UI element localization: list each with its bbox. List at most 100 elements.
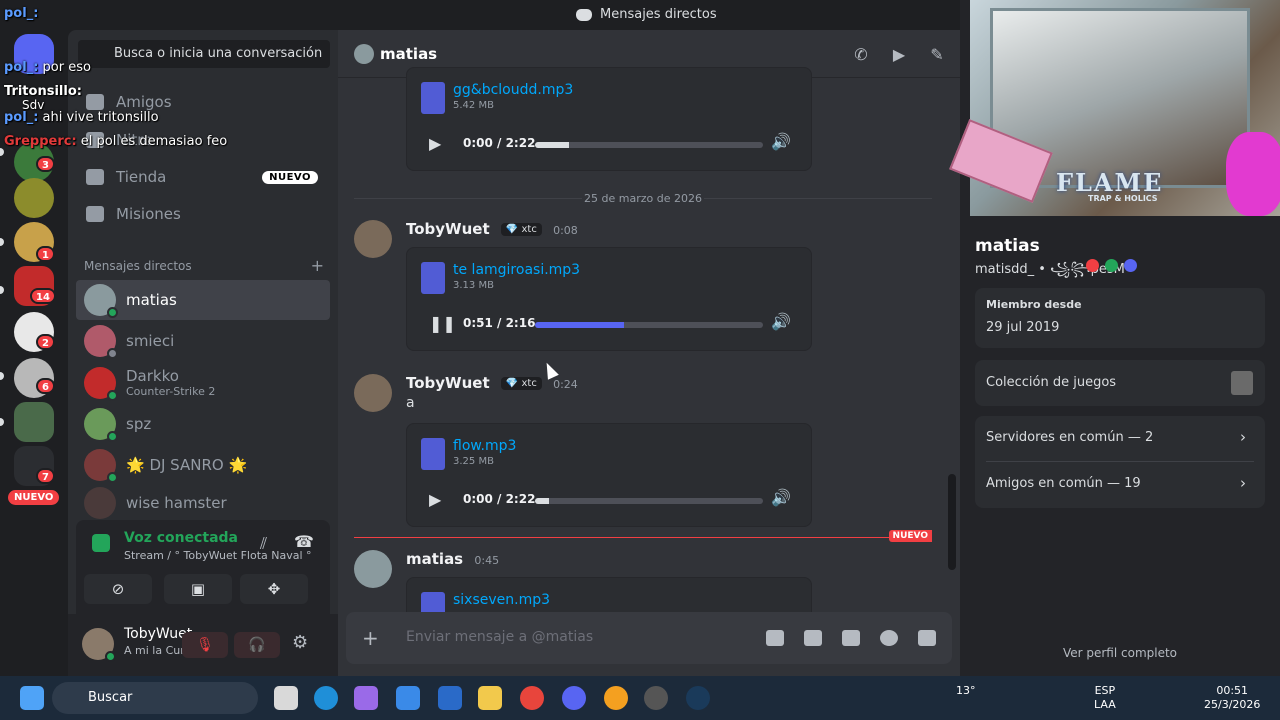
gif-icon[interactable] [804,630,822,646]
badge-icon[interactable] [1105,259,1118,272]
avatar[interactable] [82,628,116,662]
video-call-icon[interactable]: ▶ [890,45,908,64]
discord-logo-icon [576,8,592,21]
view-full-profile-link[interactable]: Ver perfil completo [960,646,1280,660]
volume-icon[interactable]: 🔊 [771,488,791,507]
mutual-card: Servidores en común — 2 › Amigos en comú… [975,416,1265,508]
weather-widget[interactable]: 13° [956,684,976,698]
dm-item-dj-sanro[interactable]: 🌟 DJ SANRO 🌟 [76,445,330,485]
apps-icon[interactable] [918,630,936,646]
audio-file-icon [421,82,445,114]
unread-pip [0,372,4,380]
file-link[interactable]: sixseven.mp3 [453,592,550,608]
chat-recipient[interactable]: matias [380,45,437,63]
unread-pip [0,286,4,294]
dm-item-wise-hamster[interactable]: wise hamster [76,486,330,520]
file-link[interactable]: gg&bcloudd.mp3 [453,82,573,98]
scrollbar-thumb[interactable] [948,474,956,570]
steam-icon[interactable] [686,686,710,710]
soundcloud-icon[interactable] [604,686,628,710]
noise-suppression-icon[interactable]: ⫽ [260,534,267,554]
dm-item-spz[interactable]: spz [76,404,330,444]
volume-icon[interactable]: 🔊 [771,312,791,331]
audio-scrubber[interactable] [535,498,763,504]
avatar [84,325,118,359]
pause-icon[interactable]: ❚❚ [429,314,456,333]
activities-button[interactable]: ✥ [240,574,308,604]
language-indicator[interactable]: ESP LAA [1094,684,1116,712]
file-explorer-icon[interactable] [478,686,502,710]
chrome-icon[interactable] [520,686,544,710]
quests-icon [86,206,104,222]
nav-shop[interactable]: Tienda NUEVO [78,159,330,195]
dm-item-matias[interactable]: matias [76,280,330,320]
mute-mic-icon[interactable]: 🎙 [182,632,228,658]
overlay-line: pol_: ahi vive tritonsillo [4,110,159,125]
windows-start-icon[interactable] [20,686,44,710]
voice-channel[interactable]: Stream / ° TobyWuet Flota Naval ° [124,549,312,562]
chat-area: matias ✆ ▶ ✎ gg&bcloudd.mp3 5.42 MB ▶ 0:… [338,30,960,676]
voice-call-icon[interactable]: ✆ [852,45,870,64]
edge-icon[interactable] [314,686,338,710]
audio-scrubber[interactable] [535,142,763,148]
file-link[interactable]: te lamgiroasi.mp3 [453,262,580,278]
new-messages-divider: NUEVO [354,530,932,542]
file-link[interactable]: flow.mp3 [453,438,516,454]
game-collection-card[interactable]: Colección de juegos [975,360,1265,406]
settings-gear-icon[interactable]: ⚙ [292,632,308,653]
server-icon[interactable] [14,178,54,218]
scrubber-fill [535,142,570,148]
avatar[interactable] [354,374,392,412]
discord-taskbar-icon[interactable] [562,686,586,710]
message-input[interactable]: Enviar mensaje a @matias [406,629,593,645]
emoji-icon[interactable] [880,630,898,646]
store-icon[interactable] [396,686,420,710]
copilot-icon[interactable] [354,686,378,710]
new-unreads-pill[interactable]: NUEVO [8,490,60,505]
disconnect-icon[interactable]: ☎ [294,532,314,551]
volume-icon[interactable]: 🔊 [771,132,791,151]
message-author[interactable]: TobyWuet [406,374,490,392]
activities-icon: ✥ [267,580,281,598]
play-icon[interactable]: ▶ [429,134,441,153]
outlook-icon[interactable] [438,686,462,710]
avatar[interactable] [354,550,392,588]
play-icon[interactable]: ▶ [429,490,441,509]
clock[interactable]: 00:51 25/3/2026 [1204,684,1260,712]
audio-attachment: gg&bcloudd.mp3 5.42 MB ▶ 0:00 / 2:22 🔊 [406,67,812,171]
banner-logo: FLAME [1056,168,1164,197]
overlay-line: Grepperc: el pol es demasiao feo [4,134,228,149]
mention-badge: 1 [36,246,55,262]
dm-item-smieci[interactable]: smieci [76,321,330,361]
message-author[interactable]: TobyWuet [406,220,490,238]
create-dm-plus-icon[interactable]: + [311,256,324,275]
camera-button[interactable]: ⊘ [84,574,152,604]
server-icon[interactable] [14,402,54,442]
avatar[interactable] [354,220,392,258]
taskbar-search[interactable]: Buscar [52,682,258,714]
avatar [84,487,116,519]
task-view-icon[interactable] [274,686,298,710]
pin-icon[interactable]: ✎ [928,45,946,64]
deafen-icon[interactable]: 🎧 [234,632,280,658]
gift-icon[interactable] [766,630,784,646]
dm-section-header: Mensajes directos + [84,256,324,275]
add-attachment-icon[interactable]: + [362,626,379,650]
voice-status[interactable]: Voz conectada [124,530,238,546]
sticker-icon[interactable] [842,630,860,646]
nav-quests[interactable]: Misiones [78,196,330,232]
avatar [354,44,374,64]
message-author[interactable]: matias [406,550,463,568]
dm-item-darkko[interactable]: Darkko Counter-Strike 2 [76,363,330,403]
obs-icon[interactable] [644,686,668,710]
mutual-servers-row[interactable]: Servidores en común — 2 › [986,416,1254,462]
audio-scrubber[interactable] [535,322,763,328]
profile-display-name: matias [975,236,1040,256]
member-since-card: Miembro desde 29 jul 2019 [975,288,1265,348]
mutual-friends-row[interactable]: Amigos en común — 19 › [986,462,1254,508]
badge-icon[interactable] [1124,259,1137,272]
badge-icon[interactable] [1086,259,1099,272]
overlay-line: Tritonsillo: [4,84,82,99]
date-separator: 25 de marzo de 2026 [354,192,932,205]
screenshare-button[interactable]: ▣ [164,574,232,604]
